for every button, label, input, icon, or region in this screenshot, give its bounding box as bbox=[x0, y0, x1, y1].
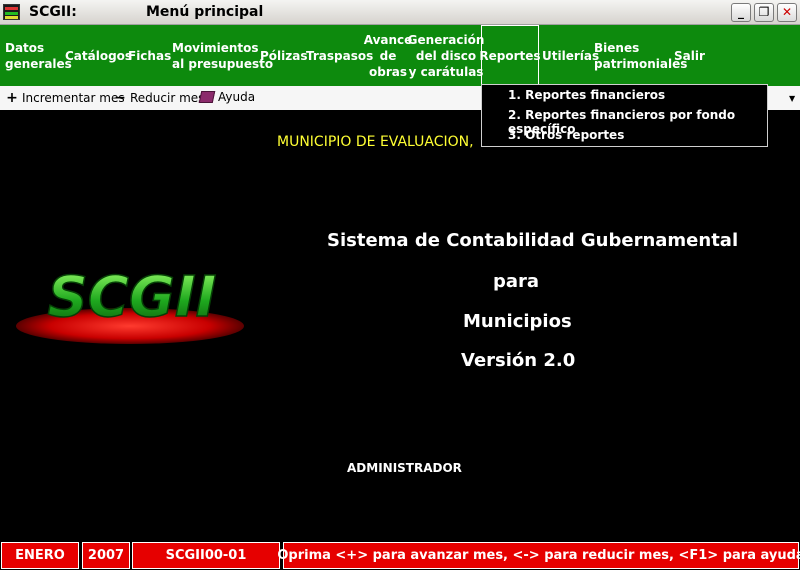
menu-datos-generales[interactable]: Datos generales bbox=[5, 25, 72, 86]
ayuda-button[interactable]: Ayuda bbox=[198, 90, 256, 104]
version-label: Versión 2.0 bbox=[461, 350, 576, 371]
system-name-line2: para bbox=[493, 271, 540, 292]
reducir-mes-label: Reducir mes bbox=[130, 91, 205, 105]
system-name-line1: Sistema de Contabilidad Gubernamental bbox=[327, 230, 739, 251]
minimize-button[interactable]: _ bbox=[731, 3, 751, 22]
menu-polizas[interactable]: Pólizas bbox=[260, 25, 308, 86]
app-name: SCGII: bbox=[29, 4, 77, 20]
status-help-text: Oprima <+> para avanzar mes, <-> para re… bbox=[277, 542, 800, 569]
app-icon[interactable] bbox=[3, 4, 20, 20]
status-screen-code: SCGII00-01 bbox=[132, 542, 280, 569]
minus-icon: − bbox=[114, 90, 126, 106]
menu-utilerias[interactable]: Utilerías bbox=[542, 25, 599, 86]
status-bar: ENERO 2007 SCGII00-01 Oprima <+> para av… bbox=[0, 540, 800, 570]
dropdown-item-reportes-financieros[interactable]: 1. Reportes financieros bbox=[508, 88, 665, 102]
book-icon bbox=[198, 91, 216, 103]
close-button[interactable]: ✕ bbox=[777, 3, 797, 22]
menu-generacion-disco[interactable]: Generación del disco y carátulas bbox=[408, 25, 485, 86]
main-menu-bar: Datos generales Catálogos Fichas Movimie… bbox=[0, 25, 800, 86]
status-year: 2007 bbox=[82, 542, 130, 569]
incrementar-mes-label: Incrementar mes bbox=[22, 91, 125, 105]
status-month: ENERO bbox=[1, 542, 79, 569]
municipio-name: MUNICIPIO DE EVALUACION, bbox=[277, 134, 474, 150]
plus-icon: + bbox=[6, 90, 18, 106]
reducir-mes-button[interactable]: − Reducir mes bbox=[114, 90, 204, 106]
menu-reportes[interactable]: Reportes bbox=[479, 25, 541, 86]
menu-avance-obras[interactable]: Avance de obras bbox=[364, 25, 413, 86]
menu-bienes-patrimoniales[interactable]: Bienes patrimoniales bbox=[594, 25, 687, 86]
title-bar: SCGII: Menú principal _ ❐ ✕ bbox=[0, 0, 800, 25]
scgii-logo: SCGII bbox=[16, 264, 244, 344]
maximize-button[interactable]: ❐ bbox=[754, 3, 774, 22]
menu-traspasos[interactable]: Traspasos bbox=[306, 25, 373, 86]
system-name-line3: Municipios bbox=[463, 311, 572, 332]
dropdown-item-otros-reportes[interactable]: 3. Otros reportes bbox=[508, 128, 624, 142]
menu-fichas[interactable]: Fichas bbox=[128, 25, 171, 86]
menu-catalogos[interactable]: Catálogos bbox=[65, 25, 132, 86]
window-title: Menú principal bbox=[146, 4, 264, 20]
ayuda-label: Ayuda bbox=[218, 90, 256, 104]
toolbar-overflow-icon[interactable]: ▼ bbox=[789, 94, 795, 103]
menu-movimientos[interactable]: Movimientos al presupuesto bbox=[172, 25, 273, 86]
menu-salir[interactable]: Salir bbox=[674, 25, 714, 86]
current-user: ADMINISTRADOR bbox=[347, 461, 462, 475]
incrementar-mes-button[interactable]: + Incrementar mes bbox=[6, 90, 125, 106]
logo-text: SCGII bbox=[47, 265, 216, 330]
reportes-dropdown: 1. Reportes financieros 2. Reportes fina… bbox=[481, 84, 768, 147]
